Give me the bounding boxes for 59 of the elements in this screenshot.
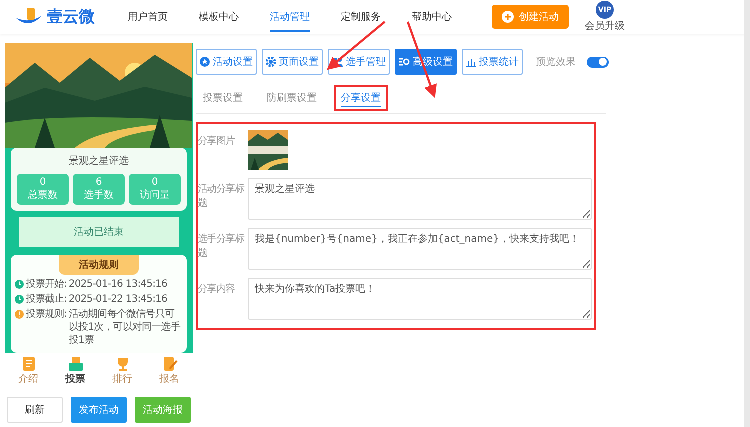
- stat-value: 6: [96, 177, 102, 188]
- sub-tab[interactable]: 分享设置: [334, 85, 388, 111]
- rule-value: 2025-01-22 13:45:16: [68, 293, 168, 306]
- field-label: 选手分享标题: [198, 232, 246, 261]
- bottom-tab[interactable]: 报名: [146, 356, 193, 386]
- text-area[interactable]: 我是{number}号{name}，我正在参加{act_name}，快来支持我吧！: [248, 228, 592, 270]
- users-icon: [332, 57, 343, 67]
- rule-value: 活动期间每个微信号只可以投1次，可以对同一选手投1票: [68, 308, 182, 347]
- clock-icon: [15, 280, 24, 289]
- info-icon: [15, 310, 24, 319]
- field-label: 分享内容: [198, 282, 236, 297]
- field-label: 分享图片: [198, 134, 236, 149]
- sub-tab[interactable]: 投票设置: [196, 85, 250, 111]
- settings-tab-button[interactable]: 活动设置: [196, 49, 257, 75]
- gear-icon: [266, 57, 276, 67]
- clock-icon: [15, 295, 24, 304]
- bar-chart-icon: [466, 57, 476, 67]
- rule-label: 投票开始:: [26, 278, 67, 291]
- text-area[interactable]: 快来为你喜欢的Ta投票吧！: [248, 278, 592, 320]
- stat-label: 选手数: [84, 188, 114, 202]
- sub-tab[interactable]: 防刷票设置: [260, 85, 324, 111]
- document-icon: [20, 356, 36, 372]
- text-area[interactable]: 景观之星评选: [248, 178, 592, 220]
- annotation-arrow: [326, 21, 386, 70]
- stat-label: 访问量: [140, 188, 170, 202]
- stat-label: 总票数: [28, 188, 58, 202]
- status-text: 活动已结束: [74, 227, 124, 238]
- rule-label: 投票规则:: [26, 308, 67, 321]
- bottom-tab[interactable]: 投票: [52, 356, 99, 386]
- bottom-tab[interactable]: 介绍: [5, 356, 52, 386]
- sliders-icon: [399, 57, 410, 67]
- plus-icon: [502, 11, 514, 23]
- rule-value: 2025-01-16 13:45:16: [68, 278, 168, 291]
- bottom-tab[interactable]: 排行: [99, 356, 146, 386]
- activity-title: 景观之星评选: [68, 154, 130, 169]
- form-pen-icon: [162, 356, 178, 372]
- star-icon: [200, 57, 210, 67]
- settings-tab-button[interactable]: 投票统计: [462, 49, 523, 75]
- settings-tab-button[interactable]: 页面设置: [262, 49, 323, 75]
- logo-text: 壹云微: [47, 6, 95, 28]
- vip-upgrade-label[interactable]: 会员升级: [585, 19, 625, 33]
- stat-value: 0: [152, 177, 158, 188]
- action-button[interactable]: 刷新: [7, 397, 63, 423]
- stat-value: 0: [40, 177, 46, 188]
- nav-link[interactable]: 帮助中心: [412, 2, 452, 32]
- action-button[interactable]: 发布活动: [71, 397, 127, 423]
- field-label: 活动分享标题: [198, 182, 246, 211]
- preview-toggle[interactable]: [587, 56, 609, 68]
- create-activity-button[interactable]: 创建活动: [492, 5, 569, 29]
- nav-link[interactable]: 活动管理: [270, 2, 310, 32]
- nav-link[interactable]: 模板中心: [199, 2, 239, 32]
- nav-link[interactable]: 定制服务: [341, 2, 381, 32]
- nav-link[interactable]: 用户首页: [128, 2, 168, 32]
- rule-label: 投票截止:: [26, 293, 67, 306]
- preview-label: 预览效果: [536, 56, 576, 69]
- action-button[interactable]: 活动海报: [135, 397, 191, 423]
- ballot-box-icon: [68, 356, 84, 372]
- settings-tab-button[interactable]: 选手管理: [328, 49, 390, 75]
- rules-ribbon: 活动规则: [59, 255, 139, 275]
